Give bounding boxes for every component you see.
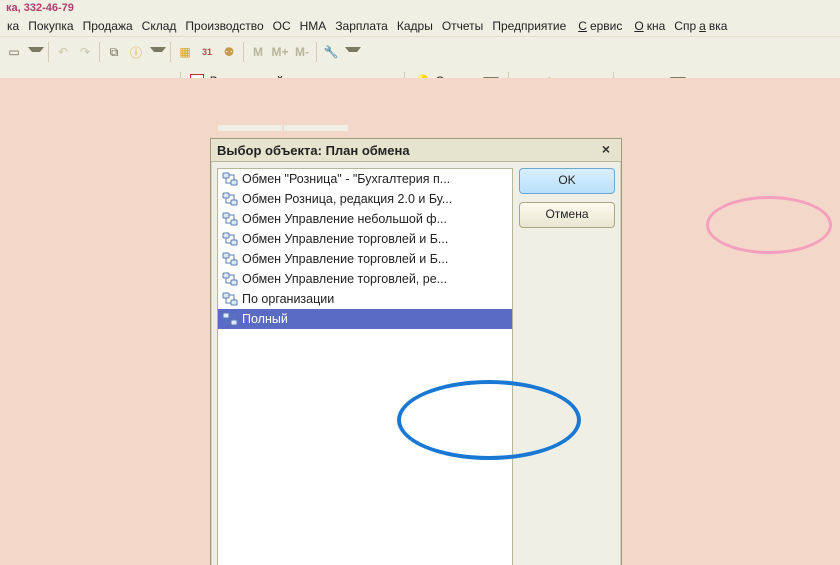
object-list[interactable]: Обмен "Розница" - "Бухгалтерия п... Обмен… [217, 168, 513, 565]
close-icon[interactable]: × [597, 142, 615, 158]
exchange-node-icon [222, 211, 238, 227]
list-item-label: Обмен Управление торговлей, ре... [242, 272, 447, 286]
cancel-button[interactable]: Отмена [519, 202, 615, 228]
dropdown-icon[interactable] [28, 47, 44, 58]
menu-item[interactable]: Окна [628, 18, 668, 34]
exchange-node-icon [222, 231, 238, 247]
list-item[interactable]: Полный [218, 309, 512, 329]
exchange-node-icon [222, 251, 238, 267]
menu-item[interactable]: Покупка [25, 18, 76, 34]
exchange-node-icon [222, 291, 238, 307]
m-minus-button[interactable]: M- [292, 42, 312, 62]
list-item[interactable]: Обмен Управление торговлей и Б... [218, 229, 512, 249]
list-item-label: Полный [242, 312, 288, 326]
m-button[interactable]: M [248, 42, 268, 62]
menu-item[interactable]: Сервис [572, 18, 625, 34]
menu-item[interactable]: Производство [182, 18, 266, 34]
info-icon[interactable]: ⓘ [126, 42, 146, 62]
list-item-label: Обмен Розница, редакция 2.0 и Бу... [242, 192, 452, 206]
list-item-label: По организации [242, 292, 334, 306]
select-object-dialog: Выбор объекта: План обмена × Обмен "Розн… [210, 138, 622, 565]
window-title-fragment: ка, 332-46-79 [0, 0, 840, 16]
list-item[interactable]: Обмен "Розница" - "Бухгалтерия п... [218, 169, 512, 189]
annotation-circle-ok [706, 196, 832, 254]
exchange-node-icon [222, 191, 238, 207]
menu-item[interactable]: ОС [270, 18, 294, 34]
wrench-icon[interactable]: 🔧 [321, 42, 341, 62]
redo-icon[interactable]: ↷ [75, 42, 95, 62]
table-icon[interactable]: ▦ [175, 42, 195, 62]
exchange-node-icon [222, 311, 238, 327]
list-item[interactable]: Обмен Управление торговлей и Б... [218, 249, 512, 269]
menubar: каПокупкаПродажаСкладПроизводствоОСНМАЗа… [0, 16, 840, 36]
users-icon[interactable]: ⚉ [219, 42, 239, 62]
list-item-label: Обмен Управление торговлей и Б... [242, 232, 448, 246]
undo-icon[interactable]: ↶ [53, 42, 73, 62]
list-item-label: Обмен "Розница" - "Бухгалтерия п... [242, 172, 450, 186]
dropdown-icon[interactable] [345, 47, 361, 58]
list-item-label: Обмен Управление торговлей и Б... [242, 252, 448, 266]
menu-item[interactable]: Справка [671, 18, 730, 34]
list-item[interactable]: По организации [218, 289, 512, 309]
workspace: Выбор объекта: План обмена × Обмен "Розн… [0, 78, 840, 565]
menu-item[interactable]: Зарплата [332, 18, 391, 34]
toolbar-main: ▭ ↶ ↷ ⧉ ⓘ ▦ 31 ⚉ M M+ M- 🔧 [0, 36, 840, 67]
dropdown-icon[interactable] [150, 47, 166, 58]
exchange-node-icon [222, 271, 238, 287]
copy-icon[interactable]: ⧉ [104, 42, 124, 62]
ok-button[interactable]: OK [519, 168, 615, 194]
exchange-node-icon [222, 171, 238, 187]
menu-item[interactable]: Предприятие [489, 18, 569, 34]
list-item[interactable]: Обмен Розница, редакция 2.0 и Бу... [218, 189, 512, 209]
list-item-label: Обмен Управление небольшой ф... [242, 212, 447, 226]
menu-item[interactable]: Отчеты [439, 18, 486, 34]
list-item[interactable]: Обмен Управление торговлей, ре... [218, 269, 512, 289]
list-item[interactable]: Обмен Управление небольшой ф... [218, 209, 512, 229]
menu-item[interactable]: Склад [139, 18, 180, 34]
menu-item[interactable]: НМА [297, 18, 330, 34]
menu-item[interactable]: ка [4, 18, 22, 34]
menu-item[interactable]: Кадры [394, 18, 436, 34]
calendar-icon[interactable]: 31 [197, 42, 217, 62]
dialog-title: Выбор объекта: План обмена [217, 143, 410, 158]
menu-item[interactable]: Продажа [80, 18, 136, 34]
new-icon[interactable]: ▭ [4, 42, 24, 62]
m-plus-button[interactable]: M+ [270, 42, 290, 62]
dialog-titlebar: Выбор объекта: План обмена × [211, 139, 621, 162]
